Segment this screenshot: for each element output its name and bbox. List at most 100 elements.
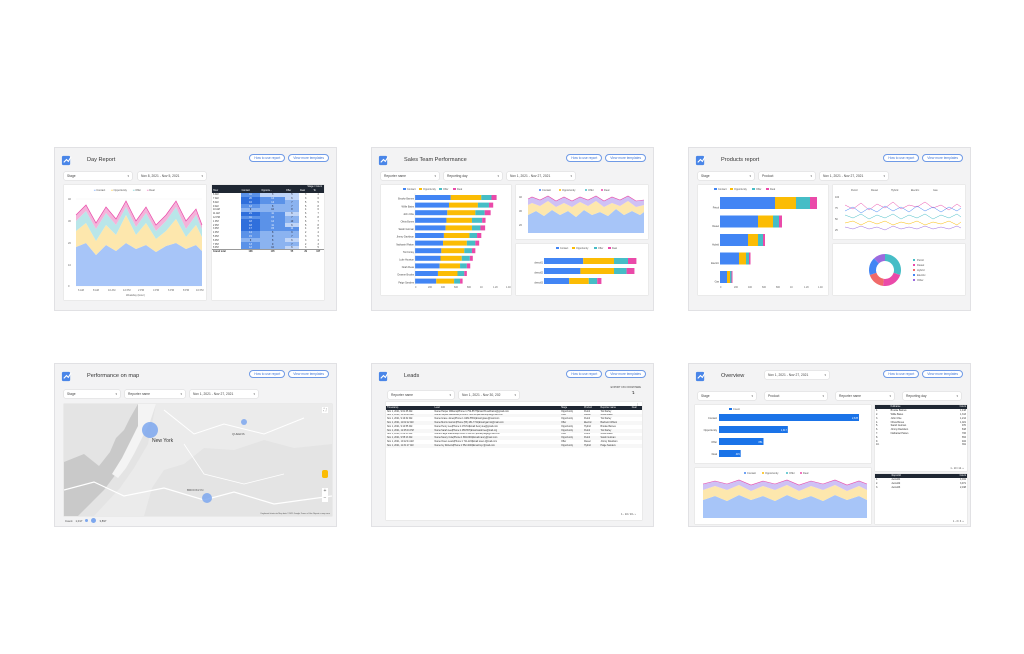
stage-filter[interactable]: Stage ▾ [64, 172, 132, 180]
date-range-filter[interactable]: Nov 1, 2021 - Nov 27, 2021 ▾ [190, 390, 258, 398]
report-logo-icon [61, 371, 72, 382]
how-to-use-button[interactable]: How to use report [883, 370, 920, 379]
view-templates-button[interactable]: View more templates [922, 370, 963, 379]
how-to-use-button[interactable]: How to use report [249, 154, 286, 163]
y-tick: 20 [519, 223, 522, 227]
map-view[interactable]: New York QUEENS BROOKLYN ⛶ + − Keyboard s… [64, 404, 332, 516]
x-tick: 4 PM [153, 288, 159, 292]
bar-segment [464, 248, 472, 254]
stage-filter[interactable]: Stage ▾ [64, 390, 120, 398]
table-pagination[interactable]: 1 - 10 / 16 ‹ › [621, 513, 636, 516]
bar-segment [450, 195, 482, 200]
report-logo-icon [378, 371, 389, 382]
how-to-use-button[interactable]: How to use report [249, 370, 286, 379]
bar-segment [415, 263, 440, 269]
bar-segment [471, 225, 481, 231]
bar-segment [775, 197, 796, 209]
bar-segment [415, 240, 444, 246]
legend-item: Electric [911, 189, 920, 192]
table-pagination[interactable]: 1 - 3 / 3 ‹ › [953, 520, 964, 523]
legend-swatch [766, 188, 769, 190]
day-area-chart: ━ Contact ━ Opportunity ━ Offer ━ Deal 4… [64, 185, 206, 300]
bar-segment [720, 271, 727, 283]
map-report-card[interactable]: Performance on map How to use report Vie… [54, 363, 337, 527]
bar-segment [580, 268, 614, 274]
chevron-down-icon: ▾ [956, 393, 958, 398]
bar-segment [415, 202, 449, 208]
how-to-use-button[interactable]: How to use report [566, 370, 603, 379]
chevron-down-icon: ▾ [883, 173, 885, 178]
view-templates-button[interactable]: View more templates [922, 154, 963, 163]
view-templates-button[interactable]: View more templates [288, 370, 329, 379]
fullscreen-icon[interactable]: ⛶ [322, 407, 328, 413]
table-row[interactable]: Nov 1, 2021, 11:31:17 AM Name:Ivy Roberts… [386, 443, 642, 448]
chevron-down-icon: ▾ [824, 372, 826, 377]
table-row[interactable]: 3. demo03 2,198 [875, 485, 967, 489]
bar-segment [475, 240, 480, 246]
legend-item: Hybrid [891, 189, 899, 192]
date-range-filter[interactable]: Nov 1, 2021 - Nov 27, 2021 ▾ [820, 172, 888, 180]
view-templates-button[interactable]: View more templates [288, 154, 329, 163]
date-range-filter[interactable]: Nov 1, 2021 - Nov 27, 2021 ▾ [765, 371, 829, 379]
bar-segment [477, 202, 489, 208]
reporting-day-filter[interactable]: Reporting day ▾ [444, 172, 502, 180]
stage-filter[interactable]: Stage ▾ [698, 392, 756, 400]
bar-chart-svg: Count Contact 2,678 Opportunity 1,317 Offer 85… [704, 407, 859, 457]
legend-item: Gas [933, 189, 938, 192]
date-range-filter[interactable]: Nov 8, 2021 - Nov 5, 2021 ▾ [138, 172, 206, 180]
area-chart-svg: 40 30 20 10 0 6 AM 8 AM 10 AM 12 PM 2 PM… [68, 197, 204, 297]
reporter-filter[interactable]: Reporter name ▾ [836, 392, 894, 400]
report-logo-icon [695, 155, 706, 166]
bar-label: demo01 [534, 262, 543, 265]
bar-label: Electric [711, 262, 720, 265]
bar-segment [482, 217, 486, 223]
view-templates-button[interactable]: View more templates [605, 154, 646, 163]
overview-card[interactable]: Overview Nov 1, 2021 - Nov 27, 2021 ▾ How… [688, 363, 971, 527]
how-to-use-button[interactable]: How to use report [566, 154, 603, 163]
x-tick: 10 PM [196, 288, 204, 292]
table-row[interactable]: 10. 391 [875, 443, 967, 447]
view-templates-button[interactable]: View more templates [605, 370, 646, 379]
zoom-control[interactable]: + − [322, 488, 328, 502]
sales-stacked-bar-chart: Contact Opportunity Offer Deal Brooke Barnes… [381, 185, 511, 295]
bar-segment [446, 217, 472, 223]
street-view-icon[interactable] [322, 470, 328, 478]
products-card[interactable]: Products report How to use report View m… [688, 147, 971, 311]
area-chart-svg: Contact Opportunity Offer Deal 40 30 20 [519, 188, 645, 233]
table-pagination[interactable]: 1 - 10 / 12 ‹ › [950, 467, 964, 470]
legend-swatch [594, 247, 597, 249]
reporter-filter[interactable]: Reporter name ▾ [388, 391, 454, 399]
bar-label: Petrol [713, 207, 720, 210]
how-to-use-button[interactable]: How to use report [883, 154, 920, 163]
date-range-filter[interactable]: Nov 1, 2021 - Nov 30, 202 ▾ [459, 391, 519, 399]
bar-segment [415, 248, 442, 254]
y-tick: 40 [68, 197, 71, 201]
legend-item: Deal [803, 471, 809, 475]
reporter-filter[interactable]: Reporter name ▾ [125, 390, 185, 398]
legend-item: Offer [443, 188, 449, 191]
sales-team-card[interactable]: Sales Team Performance How to use report… [371, 147, 654, 311]
leads-card[interactable]: Leads How to use report View more templa… [371, 363, 654, 527]
reporter-filter[interactable]: Reporter name ▾ [381, 172, 439, 180]
y-tick: 25 [835, 229, 838, 232]
legend-dot [85, 519, 89, 522]
legend-item: Opportunity [423, 188, 437, 191]
data-table: Fullname Count 1. Brooke Barnes 1,418 2. Will… [875, 405, 967, 447]
bar-chart-svg: Contact Opportunity Offer Deal Brooke Barnes… [396, 188, 511, 289]
bar-segment [445, 225, 472, 231]
bar-segment [628, 258, 637, 264]
day-report-card[interactable]: Day Report How to use report View more t… [54, 147, 337, 311]
date-range-filter[interactable]: Nov 1, 2021 - Nov 27, 2021 ▾ [507, 172, 575, 180]
bar-segment [614, 268, 627, 274]
stage-filter[interactable]: Stage ▾ [698, 172, 754, 180]
bar-segment [415, 217, 447, 223]
bar-segment [544, 258, 584, 264]
bar-segment [720, 197, 775, 209]
x-tick: 8 AM [93, 288, 99, 292]
filter-label: Nov 1, 2021 - Nov 27, 2021 [193, 392, 234, 397]
filter-label: Nov 1, 2021 - Nov 27, 2021 [768, 373, 809, 378]
product-filter[interactable]: Product ▾ [759, 172, 815, 180]
x-tick: 800 [467, 286, 472, 289]
reporting-day-filter[interactable]: Reporting day ▾ [903, 392, 961, 400]
product-filter[interactable]: Product ▾ [765, 392, 827, 400]
